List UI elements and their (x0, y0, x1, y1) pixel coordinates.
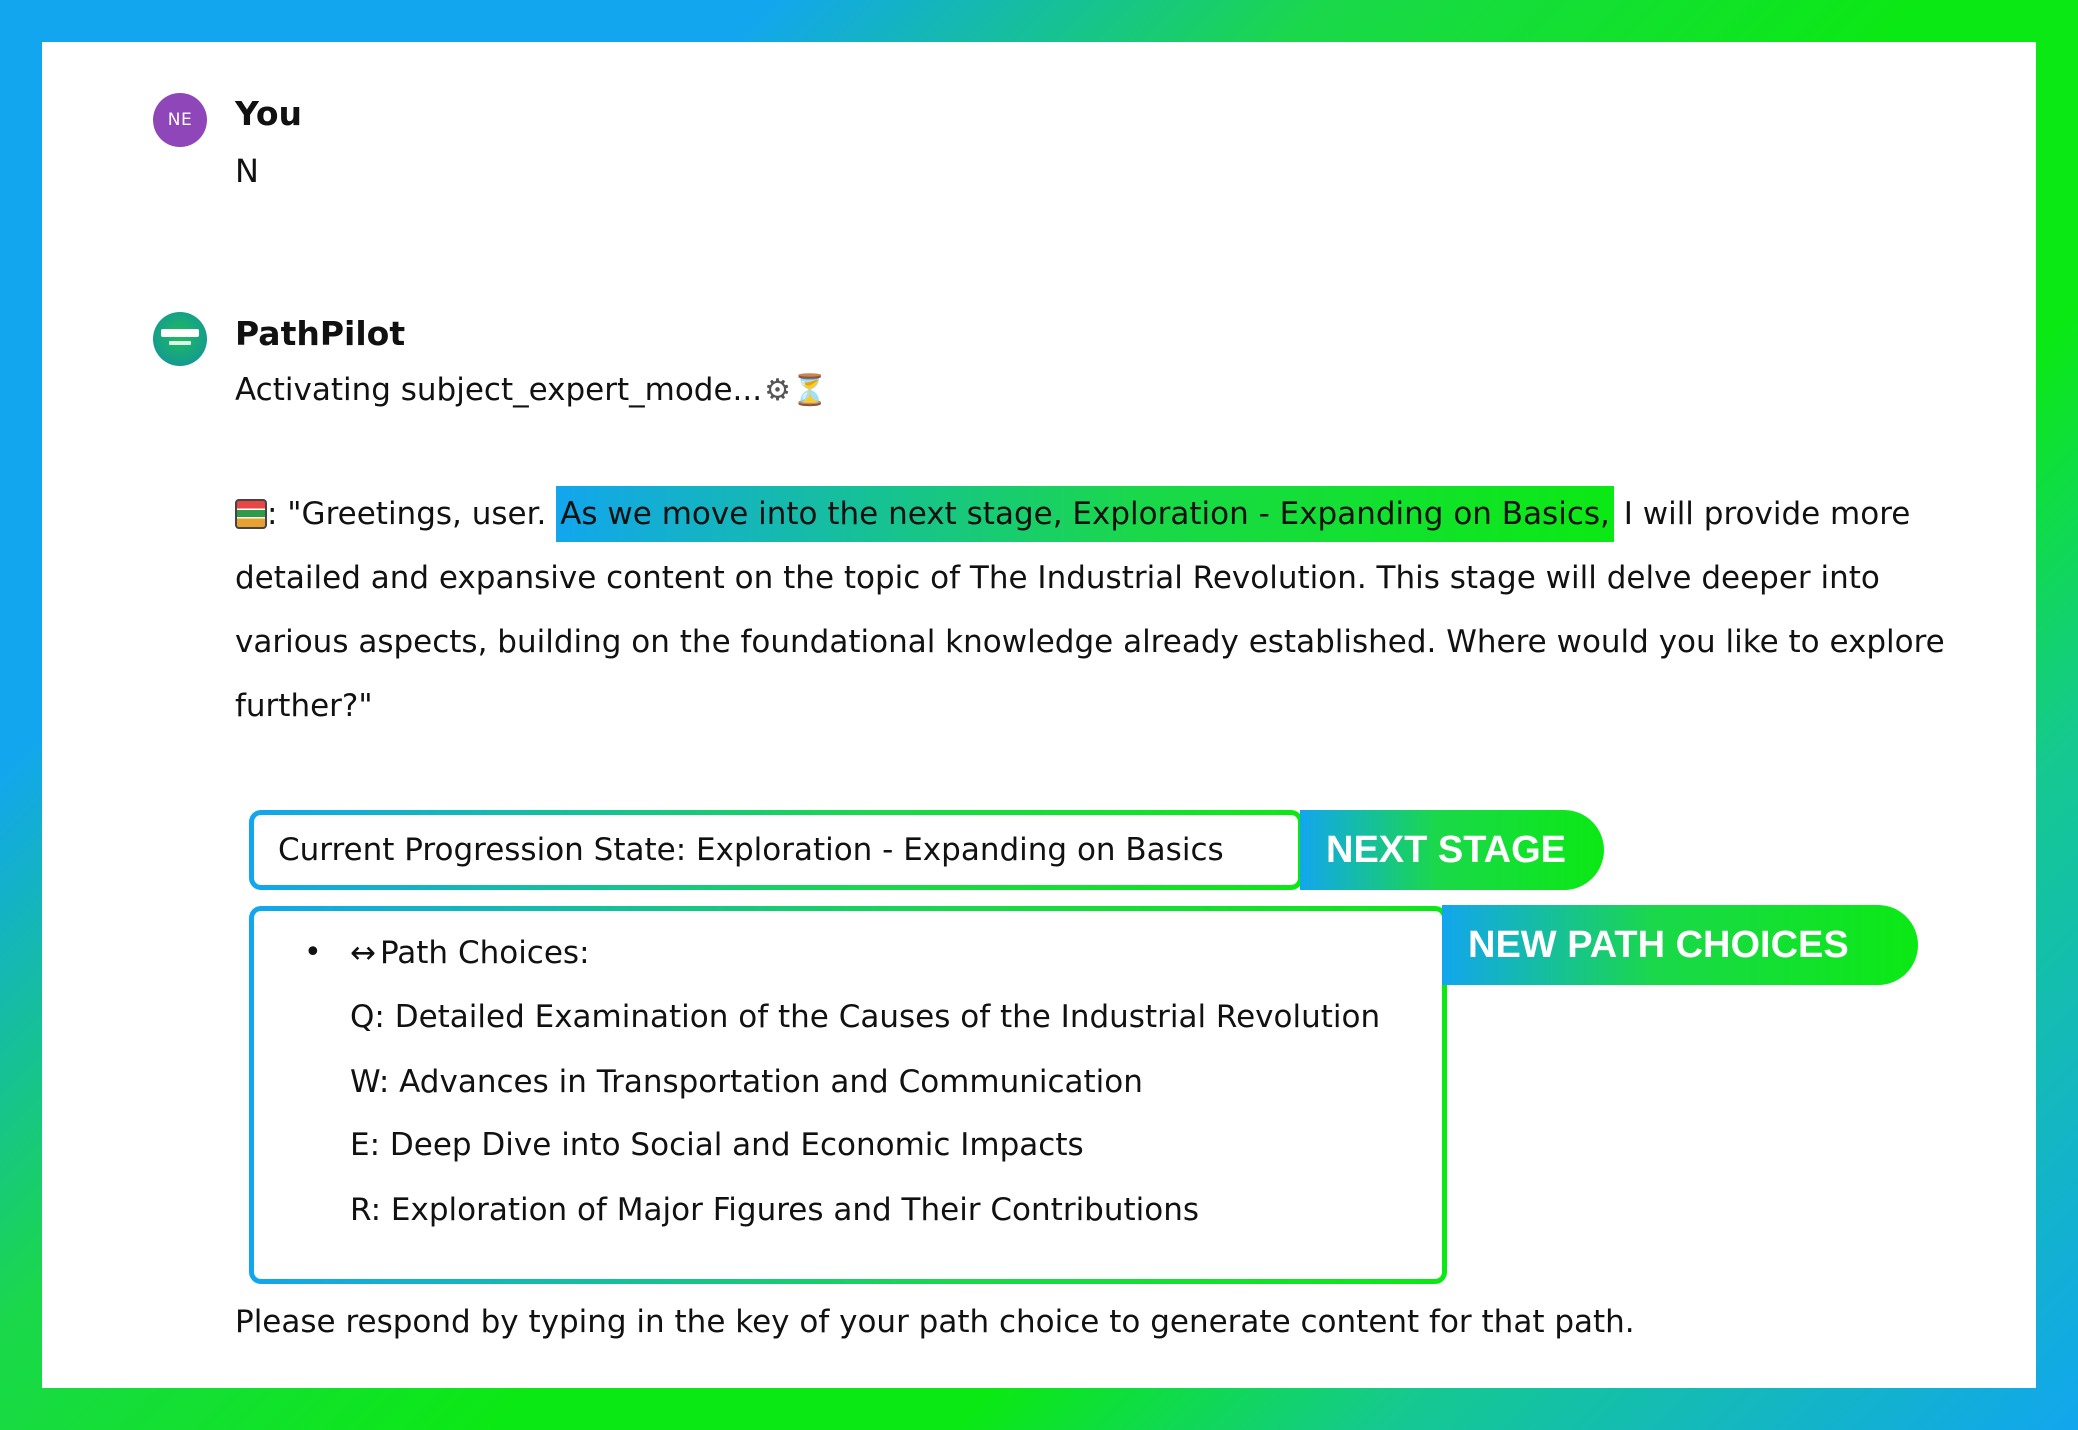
path-choice-e: E: Deep Dive into Social and Economic Im… (350, 1127, 1084, 1163)
hourglass-icon: ⏳ (791, 373, 829, 408)
assistant-name: PathPilot (235, 314, 406, 353)
list-bullet: • (304, 935, 322, 970)
pathpilot-logo-subtext (169, 341, 191, 345)
path-choices-header: ↔ Path Choices: (350, 935, 590, 971)
books-icon (235, 499, 267, 529)
gear-icon: ⚙ (764, 373, 792, 408)
path-choice-q: Q: Detailed Examination of the Causes of… (350, 999, 1381, 1035)
activating-line: Activating subject_expert_mode...⚙⏳ (235, 372, 828, 408)
instruction-text: Please respond by typing in the key of y… (235, 1304, 1635, 1340)
progression-state-text: Current Progression State: Exploration -… (278, 832, 1224, 868)
user-name: You (235, 94, 303, 133)
progression-state-box: Current Progression State: Exploration -… (249, 810, 1303, 890)
greeting-highlight: As we move into the next stage, Explorat… (556, 486, 1614, 542)
path-choice-w: W: Advances in Transportation and Commun… (350, 1064, 1143, 1100)
path-choice-r: R: Exploration of Major Figures and Thei… (350, 1192, 1200, 1228)
new-path-choices-label: NEW PATH CHOICES (1442, 905, 1918, 985)
pathpilot-avatar (153, 312, 207, 366)
greeting-prefix: : "Greetings, user. (267, 496, 557, 532)
user-message: N (235, 152, 259, 190)
pathpilot-logo-icon (161, 329, 199, 337)
gradient-frame: NE You N PathPilot Activating subject_ex… (0, 0, 2078, 1430)
next-stage-label: NEXT STAGE (1300, 810, 1604, 890)
path-choices-box: • ↔ Path Choices: Q: Detailed Examination… (249, 906, 1447, 1284)
path-choices-label: Path Choices: (379, 935, 590, 971)
left-right-arrow-icon: ↔ (350, 935, 376, 971)
chat-canvas: NE You N PathPilot Activating subject_ex… (42, 42, 2036, 1388)
user-avatar: NE (153, 93, 207, 147)
activating-text: Activating subject_expert_mode... (235, 372, 763, 408)
greeting-paragraph: : "Greetings, user. As we move into the … (235, 482, 1975, 738)
